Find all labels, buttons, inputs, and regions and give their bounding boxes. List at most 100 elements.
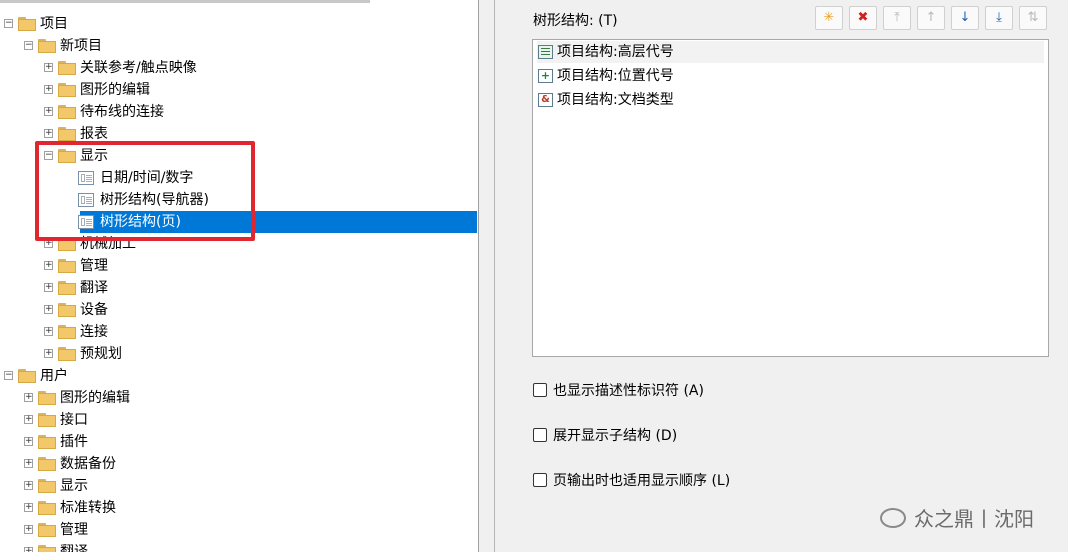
collapse-icon[interactable]: −	[4, 19, 13, 28]
collapse-icon[interactable]: −	[24, 41, 33, 50]
location-icon: +	[538, 69, 553, 83]
tree-item[interactable]: + 图形的编辑	[0, 387, 477, 409]
folder-icon	[38, 413, 56, 427]
tree-item[interactable]: + 连接	[0, 321, 477, 343]
tree-item[interactable]: + 管理	[0, 519, 477, 541]
list-item[interactable]: 项目结构:高层代号	[537, 41, 1044, 63]
folder-icon	[38, 39, 56, 53]
expand-icon[interactable]: +	[44, 283, 53, 292]
tree-item-label: 插件	[60, 434, 88, 450]
panel-title: 树形结构: (T)	[533, 13, 618, 29]
new-icon[interactable]: ✳	[815, 6, 843, 30]
splitter[interactable]	[479, 0, 507, 552]
tree-item[interactable]: − 新项目	[0, 35, 477, 57]
folder-icon	[58, 83, 76, 97]
tree-item-label: 项目	[40, 16, 68, 32]
collapse-icon[interactable]: −	[4, 371, 13, 380]
tree-item[interactable]: + 数据备份	[0, 453, 477, 475]
move-top-icon[interactable]: ⤒	[883, 6, 911, 30]
tree-item-label: 接口	[60, 412, 88, 428]
tree-item[interactable]: + 接口	[0, 409, 477, 431]
tree-item-label: 图形的编辑	[80, 82, 150, 98]
watermark-text: 众之鼎丨沈阳	[914, 507, 1034, 531]
tree-item-label: 预规划	[80, 346, 122, 362]
tree-item[interactable]: + 插件	[0, 431, 477, 453]
expand-icon[interactable]: +	[24, 393, 33, 402]
folder-icon	[38, 435, 56, 449]
folder-icon	[18, 17, 36, 31]
expand-icon[interactable]: +	[24, 547, 33, 552]
tree-item-label: 翻译	[80, 280, 108, 296]
document-type-icon: &	[538, 93, 553, 107]
folder-icon	[38, 457, 56, 471]
tree-item[interactable]: + 待布线的连接	[0, 101, 477, 123]
checkbox[interactable]	[533, 383, 547, 397]
folder-icon	[58, 127, 76, 141]
folder-icon	[38, 545, 56, 552]
expand-icon[interactable]: +	[44, 107, 53, 116]
expand-icon[interactable]: +	[24, 459, 33, 468]
checkbox[interactable]	[533, 428, 547, 442]
folder-icon	[18, 369, 36, 383]
tree-item-label: 用户	[40, 368, 68, 384]
tree-item[interactable]: + 翻译	[0, 541, 477, 552]
folder-icon	[58, 347, 76, 361]
tree-item-label: 数据备份	[60, 456, 116, 472]
expand-icon[interactable]: +	[44, 261, 53, 270]
expand-icon[interactable]: +	[24, 415, 33, 424]
sort-icon[interactable]: ⇅	[1019, 6, 1047, 30]
tree-item-label: 翻译	[60, 544, 88, 552]
expand-icon[interactable]: +	[44, 327, 53, 336]
folder-icon	[58, 325, 76, 339]
tree-item[interactable]: − 用户	[0, 365, 477, 387]
tree-item-label: 待布线的连接	[80, 104, 164, 120]
tree-item-label: 管理	[80, 258, 108, 274]
tree-item-label: 管理	[60, 522, 88, 538]
folder-icon	[58, 105, 76, 119]
expand-icon[interactable]: +	[24, 503, 33, 512]
tree-item[interactable]: + 预规划	[0, 343, 477, 365]
settings-tree-pane: − 项目 − 新项目 + 关联参考/触点映像 + 图形的编辑 + 待布线的连接 + 报表 − 显示 日期/时…	[0, 0, 479, 552]
tree-item[interactable]: + 管理	[0, 255, 477, 277]
watermark: 众之鼎丨沈阳	[880, 503, 1034, 532]
splitter-line	[494, 0, 495, 552]
move-up-icon[interactable]: ↑	[917, 6, 945, 30]
checkbox[interactable]	[533, 473, 547, 487]
expand-icon[interactable]: +	[24, 525, 33, 534]
tree-item[interactable]: + 图形的编辑	[0, 79, 477, 101]
move-down-icon[interactable]: ↓	[951, 6, 979, 30]
expand-icon[interactable]: +	[44, 305, 53, 314]
folder-icon	[58, 259, 76, 273]
expand-icon[interactable]: +	[44, 85, 53, 94]
tree-item[interactable]: + 显示	[0, 475, 477, 497]
settings-panel: 树形结构: (T) ✳ ✖ ⤒ ↑ ↓ ⤓ ⇅ 项目结构:高层代号 + 项目结构:位置代号 & 项目…	[509, 0, 1068, 552]
red-highlight-box	[35, 141, 255, 241]
folder-icon	[58, 61, 76, 75]
tree-item-label: 显示	[60, 478, 88, 494]
list-item-label: 项目结构:位置代号	[557, 68, 674, 84]
move-bottom-icon[interactable]: ⤓	[985, 6, 1013, 30]
tree-item[interactable]: − 项目	[0, 13, 477, 35]
tree-item[interactable]: + 翻译	[0, 277, 477, 299]
delete-icon[interactable]: ✖	[849, 6, 877, 30]
folder-icon	[58, 281, 76, 295]
tree-item-label: 新项目	[60, 38, 102, 54]
expand-icon[interactable]: +	[24, 437, 33, 446]
expand-icon[interactable]: +	[44, 129, 53, 138]
tree-item[interactable]: + 设备	[0, 299, 477, 321]
pane-top-border	[0, 0, 370, 3]
tree-item[interactable]: + 关联参考/触点映像	[0, 57, 477, 79]
folder-icon	[38, 501, 56, 515]
tree-item-label: 图形的编辑	[60, 390, 130, 406]
hierarchy-icon	[538, 45, 553, 59]
checkbox-label: 展开显示子结构 (D)	[553, 428, 678, 444]
tree-item[interactable]: + 标准转换	[0, 497, 477, 519]
expand-icon[interactable]: +	[44, 63, 53, 72]
folder-icon	[38, 479, 56, 493]
tree-item-label: 标准转换	[60, 500, 116, 516]
tree-item-label: 关联参考/触点映像	[80, 60, 197, 76]
tree-structure-list[interactable]: 项目结构:高层代号 + 项目结构:位置代号 & 项目结构:文档类型	[532, 39, 1049, 357]
expand-icon[interactable]: +	[44, 349, 53, 358]
list-item-label: 项目结构:文档类型	[557, 92, 674, 108]
expand-icon[interactable]: +	[24, 481, 33, 490]
